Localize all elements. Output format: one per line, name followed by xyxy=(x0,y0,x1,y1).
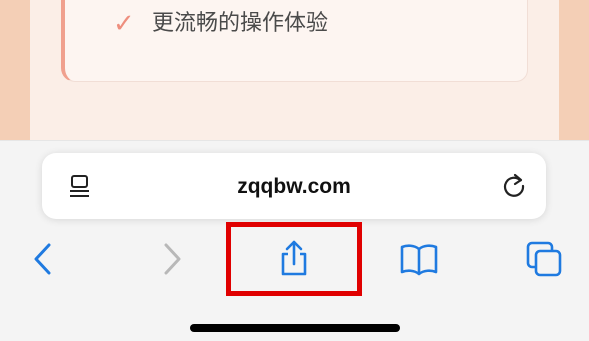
feature-card: ✓ 更流畅的操作体验 xyxy=(61,0,528,82)
tabs-button[interactable] xyxy=(522,237,566,281)
forward-icon xyxy=(164,243,181,275)
home-indicator[interactable] xyxy=(190,324,400,332)
address-bar[interactable]: zqqbw.com xyxy=(42,153,546,219)
browser-toolbar: zqqbw.com xyxy=(0,140,589,341)
bookmarks-button[interactable] xyxy=(397,237,441,281)
back-button[interactable] xyxy=(21,237,65,281)
reload-icon[interactable] xyxy=(500,172,528,200)
checkmark-icon: ✓ xyxy=(113,8,135,38)
feature-item-text: 更流畅的操作体验 xyxy=(152,10,329,35)
back-icon xyxy=(34,243,51,275)
tabs-icon xyxy=(526,241,562,277)
url-text[interactable]: zqqbw.com xyxy=(42,175,546,199)
share-highlight-box xyxy=(226,222,362,296)
forward-button[interactable] xyxy=(150,237,194,281)
bookmarks-icon xyxy=(400,244,438,276)
